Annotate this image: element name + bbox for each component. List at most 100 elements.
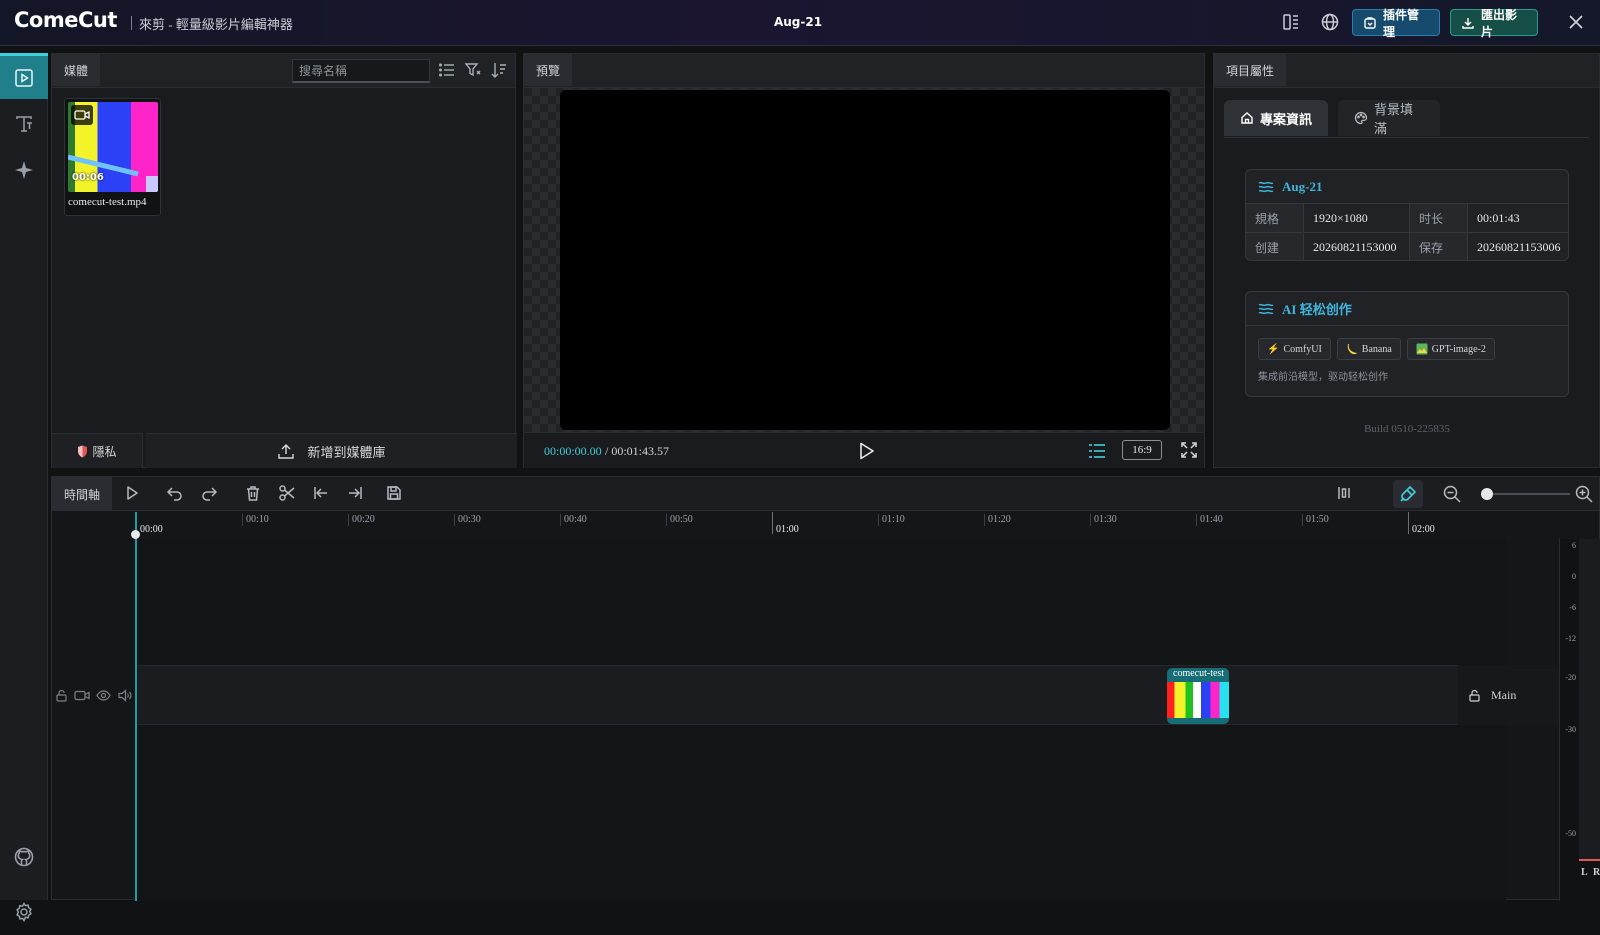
sort-icon[interactable] (490, 61, 510, 81)
playhead[interactable] (135, 512, 137, 901)
tab-project-properties[interactable]: 項目屬性 (1214, 54, 1287, 86)
chip-banana-label: Banana (1361, 343, 1392, 355)
export-video-button[interactable]: 匯出影片 (1450, 8, 1538, 39)
trash-icon[interactable] (244, 484, 264, 504)
speaker-icon[interactable] (117, 688, 132, 702)
tab-media[interactable]: 媒體 (52, 54, 101, 86)
zoom-out-icon[interactable] (1442, 484, 1462, 504)
preview-stage (524, 88, 1204, 432)
lock-open-icon[interactable] (1468, 689, 1481, 702)
preview-controls: 00:00:00.00 / 00:01:43.57 16:9 (524, 432, 1204, 468)
app-subtitle: 來剪 - 輕量級影片編輯神器 (139, 17, 293, 32)
scissors-icon[interactable] (278, 484, 298, 504)
aspect-ratio-button[interactable]: 16:9 (1122, 440, 1162, 460)
created-value: 20260821153000 (1304, 233, 1410, 260)
ruler-label: 01:00 (776, 524, 799, 535)
play-icon[interactable] (123, 484, 143, 504)
tab-timeline[interactable]: 時間軸 (52, 477, 112, 511)
banana-icon (1346, 343, 1358, 355)
media-panel: 媒體 00:06 comecut-test.mp4 隱私 新增到媒體庫 (51, 53, 517, 468)
lock-open-icon[interactable] (55, 689, 68, 702)
tab-project-info[interactable]: 專案資訊 (1224, 100, 1328, 136)
ai-model-chips: ⚡ ComfyUI Banana GPT-image-2 (1246, 326, 1568, 360)
globe-icon[interactable] (1320, 12, 1342, 34)
chapter-list-icon[interactable] (1087, 441, 1107, 461)
saved-label: 保存 (1410, 233, 1468, 260)
spec-value: 1920×1080 (1304, 204, 1410, 233)
meter-scale-label: -50 (1565, 829, 1576, 838)
ruler-label: 01:20 (988, 514, 1011, 525)
playhead-handle[interactable] (131, 530, 140, 539)
track-area[interactable]: comecut-test (136, 539, 1506, 901)
ruler-tick (560, 514, 561, 526)
meter-scale-label: 6 (1572, 541, 1576, 550)
main-video-track[interactable]: comecut-test (136, 665, 1506, 725)
zoom-slider-handle[interactable] (1481, 488, 1493, 500)
close-icon[interactable] (1566, 12, 1588, 34)
preview-canvas[interactable] (560, 90, 1170, 430)
plugin-manager-button[interactable]: 插件管理 (1352, 8, 1440, 39)
export-button-label: 匯出影片 (1481, 7, 1518, 39)
trim-end-icon[interactable] (346, 484, 366, 504)
sidebar-item-settings[interactable] (0, 889, 48, 935)
ruler-tick (1196, 514, 1197, 526)
redo-icon[interactable] (200, 484, 220, 504)
search-input[interactable] (292, 59, 430, 83)
palette-icon (1354, 111, 1368, 125)
play-icon[interactable] (855, 440, 877, 462)
chip-gpt-image[interactable]: GPT-image-2 (1406, 338, 1495, 360)
chip-banana[interactable]: Banana (1336, 338, 1401, 360)
timeline-clip[interactable]: comecut-test (1167, 668, 1229, 724)
plugin-icon (1363, 16, 1377, 30)
track-header (52, 665, 136, 725)
zoom-in-icon[interactable] (1574, 484, 1594, 504)
zoom-slider[interactable] (1482, 493, 1570, 495)
ruler-tick (348, 514, 349, 526)
media-filename: comecut-test.mp4 (68, 196, 147, 208)
lightning-icon: ⚡ (1267, 343, 1280, 355)
download-icon (1461, 16, 1475, 30)
time-ruler[interactable]: 00:00 00:10 00:20 00:30 00:40 00:50 01:00 01:10… (136, 512, 1506, 538)
fullscreen-icon[interactable] (1180, 441, 1200, 461)
meter-bar-left (1579, 539, 1591, 859)
list-view-icon[interactable] (438, 61, 458, 81)
trim-start-icon[interactable] (312, 484, 332, 504)
sidebar-item-text[interactable] (0, 101, 48, 147)
tab-background-fill-label: 背景填滿 (1374, 102, 1414, 136)
video-camera-icon[interactable] (74, 689, 90, 702)
gear-icon (13, 901, 35, 923)
ruler-label: 00:00 (140, 524, 163, 535)
preview-panel: 預覽 00:00:00.00 / 00:01:43.57 16:9 (523, 53, 1205, 468)
media-item[interactable]: 00:06 comecut-test.mp4 (64, 98, 161, 216)
sidebar-item-effects[interactable] (0, 147, 48, 193)
sidebar-item-github[interactable] (0, 834, 48, 880)
logo-separator (131, 16, 132, 30)
chip-comfyui[interactable]: ⚡ ComfyUI (1258, 338, 1331, 360)
media-thumbnail: 00:06 (68, 102, 158, 192)
video-camera-icon (71, 105, 93, 125)
add-to-library-label: 新增到媒體庫 (307, 444, 386, 460)
tab-preview[interactable]: 預覽 (524, 54, 573, 86)
ai-card-description: 集成前沿模型，驱动轻松创作 (1258, 372, 1388, 383)
eye-icon[interactable] (96, 689, 111, 702)
privacy-button[interactable]: 隱私 (52, 433, 143, 468)
clip-thumbnail (1167, 682, 1229, 718)
tab-background-fill[interactable]: 背景填滿 (1338, 100, 1440, 136)
add-to-library-button[interactable]: 新增到媒體庫 (146, 433, 517, 468)
project-info-grid: 規格 1920×1080 时长 00:01:43 创建 202608211530… (1246, 204, 1568, 260)
filter-icon[interactable] (464, 61, 484, 81)
github-icon (13, 846, 35, 868)
split-view-icon[interactable] (1336, 484, 1356, 504)
layers-icon (1258, 180, 1274, 194)
text-icon (13, 113, 35, 135)
layout-grid-icon[interactable] (1281, 12, 1303, 34)
total-time: / 00:01:43.57 (605, 444, 670, 458)
meter-scale-label: 0 (1572, 572, 1576, 581)
ruler-label: 01:10 (882, 514, 905, 525)
magnet-snap-button[interactable] (1393, 480, 1423, 508)
track-label-panel: Main (1458, 665, 1558, 725)
save-icon[interactable] (385, 484, 405, 504)
undo-icon[interactable] (166, 484, 186, 504)
current-time: 00:00:00.00 (544, 444, 602, 458)
sidebar-item-media[interactable] (0, 53, 48, 99)
